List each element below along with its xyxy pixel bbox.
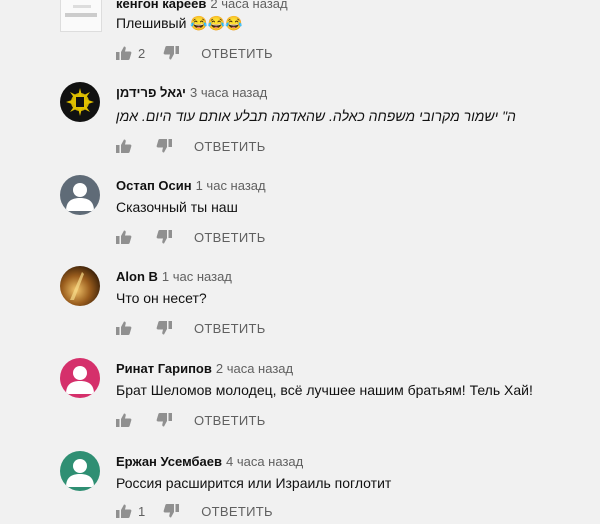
thumb-up-icon[interactable] bbox=[116, 45, 132, 61]
avatar-image bbox=[60, 451, 100, 491]
reply-button[interactable]: ОТВЕТИТЬ bbox=[194, 413, 266, 428]
like-count: 1 bbox=[138, 503, 146, 519]
reply-button[interactable]: ОТВЕТИТЬ bbox=[194, 139, 266, 154]
comment-text: ה" ישמור מקרובי משפחה כאלה. שהאדמה תבלע … bbox=[116, 108, 516, 124]
reply-button[interactable]: ОТВЕТИТЬ bbox=[201, 46, 273, 61]
avatar-image bbox=[60, 266, 100, 306]
avatar-image bbox=[60, 82, 100, 122]
thumb-down-icon[interactable] bbox=[156, 229, 172, 245]
avatar-image bbox=[60, 358, 100, 398]
comment-text: Сказочный ты наш bbox=[116, 199, 238, 215]
reply-button[interactable]: ОТВЕТИТЬ bbox=[194, 230, 266, 245]
comment-author[interactable]: кенгон кареев bbox=[116, 0, 206, 11]
thumb-down-icon[interactable] bbox=[163, 45, 180, 61]
thumb-down-icon[interactable] bbox=[156, 412, 172, 428]
comment-actions: 2 ОТВЕТИТЬ bbox=[116, 43, 273, 63]
comment-time[interactable]: 1 час назад bbox=[196, 178, 266, 193]
thumb-down-icon[interactable] bbox=[156, 138, 172, 154]
comment-author[interactable]: Alon B bbox=[116, 269, 158, 284]
comment-author[interactable]: Остап Осин bbox=[116, 178, 192, 193]
reply-button[interactable]: ОТВЕТИТЬ bbox=[194, 321, 266, 336]
avatar[interactable] bbox=[60, 451, 100, 491]
thumb-up-icon[interactable] bbox=[116, 138, 132, 154]
comment-time[interactable]: 1 час назад bbox=[162, 269, 232, 284]
comment-actions: ОТВЕТИТЬ bbox=[116, 318, 266, 338]
comment-actions: ОТВЕТИТЬ bbox=[116, 227, 266, 247]
avatar[interactable] bbox=[60, 0, 102, 32]
comment-actions: ОТВЕТИТЬ bbox=[116, 410, 266, 430]
comment-text: Что он несет? bbox=[116, 290, 207, 306]
thumb-down-icon[interactable] bbox=[163, 503, 180, 519]
comment-actions: ОТВЕТИТЬ bbox=[116, 136, 266, 156]
avatar[interactable] bbox=[60, 266, 100, 306]
thumb-up-icon[interactable] bbox=[116, 412, 132, 428]
thumbnail-image bbox=[61, 0, 101, 31]
thumb-up-icon[interactable] bbox=[116, 229, 132, 245]
thumb-up-icon[interactable] bbox=[116, 320, 132, 336]
thumb-up-icon[interactable] bbox=[116, 503, 132, 519]
comment-actions: 1 ОТВЕТИТЬ bbox=[116, 501, 273, 521]
avatar[interactable] bbox=[60, 358, 100, 398]
avatar[interactable] bbox=[60, 82, 100, 122]
comment-text: Плешивый 😂😂😂 bbox=[116, 15, 243, 31]
comment-text: Брат Шеломов молодец, всё лучшее нашим б… bbox=[116, 382, 533, 398]
comment-time[interactable]: 2 часа назад bbox=[216, 361, 293, 376]
comment-author[interactable]: Ержан Усембаев bbox=[116, 454, 222, 469]
comment-time[interactable]: 2 часа назад bbox=[210, 0, 287, 11]
like-count: 2 bbox=[138, 45, 146, 61]
comment-author[interactable]: יגאל פרידמן bbox=[116, 85, 186, 100]
avatar-image bbox=[60, 175, 100, 215]
thumb-down-icon[interactable] bbox=[156, 320, 172, 336]
comment-author[interactable]: Ринат Гарипов bbox=[116, 361, 212, 376]
avatar[interactable] bbox=[60, 175, 100, 215]
comment-time[interactable]: 3 часа назад bbox=[190, 85, 267, 100]
comment-time[interactable]: 4 часа назад bbox=[226, 454, 303, 469]
reply-button[interactable]: ОТВЕТИТЬ bbox=[201, 504, 273, 519]
comment-text: Россия расширится или Израиль поглотит bbox=[116, 475, 392, 491]
